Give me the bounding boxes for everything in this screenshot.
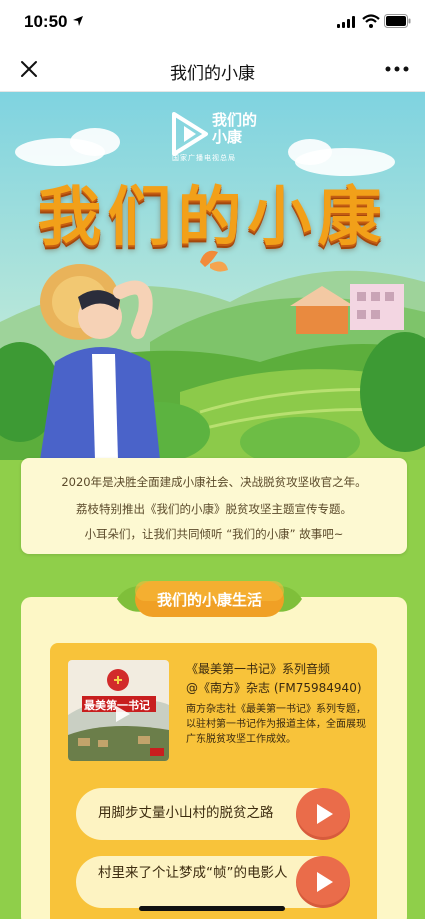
- hero-title: 我们的小康: [37, 181, 388, 255]
- program-source: @《南方》杂志 (FM75984940): [186, 681, 362, 695]
- program-description: 南方杂志社《最美第一书记》系列专题，以驻村第一书记作为报道主体，全面展现广东脱贫…: [186, 704, 366, 745]
- intro-line: 小耳朵们，让我们共同倾听 “我们的小康” 故事吧~: [84, 527, 344, 541]
- program-thumbnail[interactable]: 最美第一书记: [68, 660, 169, 761]
- intro-line: 2020年是决胜全面建成小康社会、决战脱贫攻坚收官之年。: [61, 475, 367, 489]
- intro-line: 荔枝特别推出《我们的小康》脱贫攻坚主题宣传专题。: [76, 502, 352, 516]
- play-icon: [317, 872, 333, 892]
- section-title: 我们的小康生活: [156, 591, 262, 609]
- home-indicator: [139, 906, 285, 911]
- thumbnail-title: 最美第一书记: [84, 699, 150, 712]
- episode-item[interactable]: 用脚步丈量小山村的脱贫之路: [76, 788, 350, 840]
- nav-bar: 我们的小康: [0, 46, 425, 92]
- brand-subtitle: 国家广播电视总局: [172, 154, 236, 162]
- episode-title: 用脚步丈量小山村的脱贫之路: [98, 805, 274, 821]
- wifi-icon: [362, 14, 380, 28]
- status-time: 10:50: [24, 12, 68, 31]
- brand-name: 我们的小康: [212, 111, 258, 146]
- intro-card: 2020年是决胜全面建成小康社会、决战脱贫攻坚收官之年。 荔枝特别推出《我们的小…: [21, 458, 407, 554]
- location-arrow-icon: [73, 16, 83, 26]
- page-title: 我们的小康: [170, 64, 255, 84]
- episode-item[interactable]: 村里来了个让梦成“帧”的电影人: [76, 856, 350, 908]
- episode-title: 村里来了个让梦成“帧”的电影人: [98, 865, 288, 881]
- more-icon[interactable]: [385, 66, 409, 72]
- status-bar: 10:50: [0, 0, 425, 46]
- play-icon: [317, 804, 333, 824]
- play-button[interactable]: [296, 856, 350, 908]
- signal-icon: [337, 16, 355, 28]
- play-button[interactable]: [296, 788, 350, 840]
- program-title: 《最美第一书记》系列音频: [186, 662, 331, 676]
- battery-icon: [384, 14, 411, 28]
